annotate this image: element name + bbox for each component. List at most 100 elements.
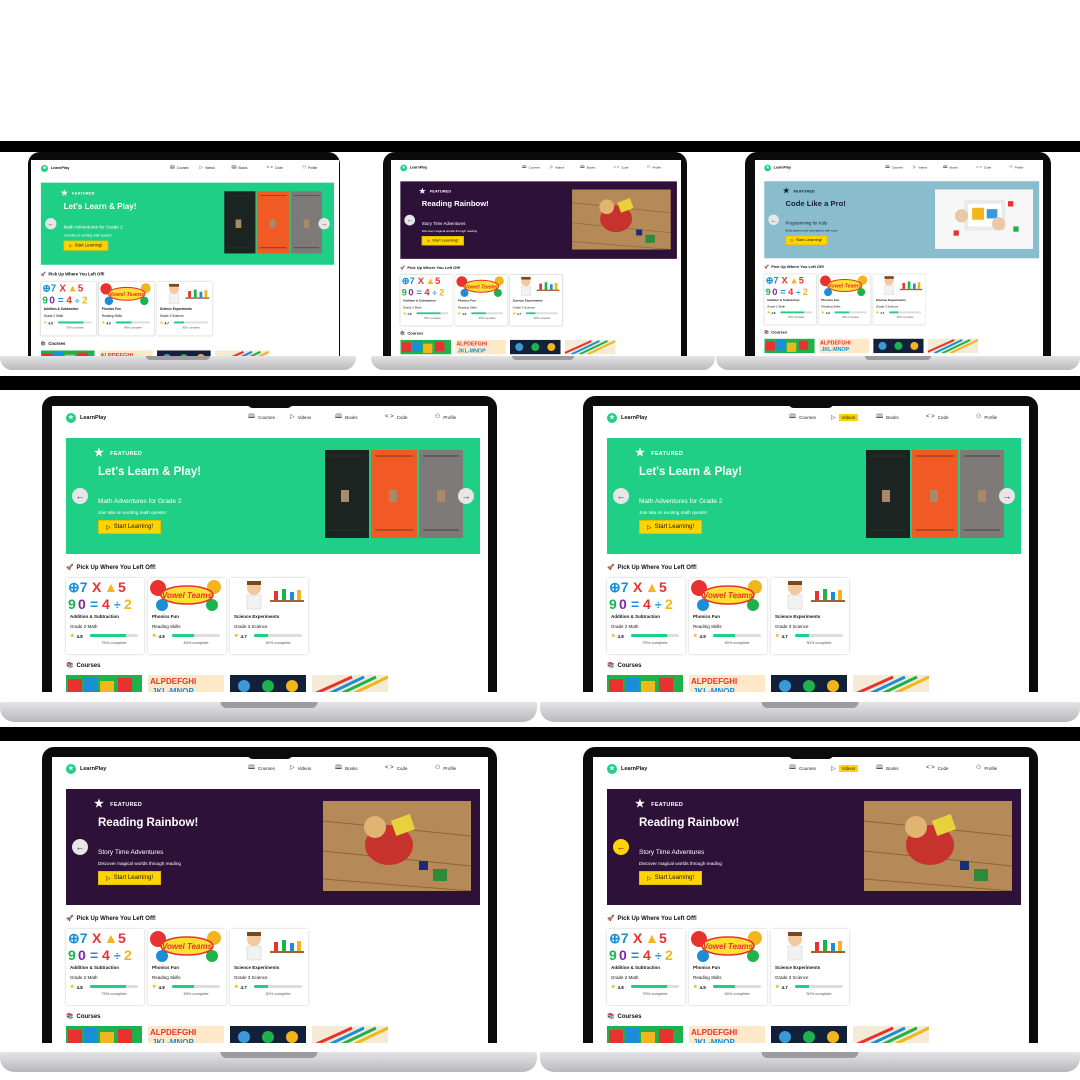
course-thumb-alphabet[interactable]: ALPDEFGHIJKL-MNOP (689, 675, 765, 692)
course-card-math[interactable]: ⊕7 X ▲ 5 9 0 = 4 ÷ 2 Addition & Subtract… (764, 274, 817, 325)
start-learning-button[interactable]: ▷ Start Learning! (639, 520, 702, 534)
nav-profile[interactable]: ⚇ Profile (1009, 165, 1023, 169)
carousel-prev-button[interactable]: ← (404, 214, 416, 226)
nav-profile[interactable]: ⚇ Profile (302, 166, 317, 170)
course-card-science[interactable]: Science Experiments Grade 3 Science ★ 4.7… (509, 274, 563, 326)
course-thumb-alphabet[interactable]: ALPDEFGHIJKL-MNOP (148, 675, 224, 692)
course-thumb-blocks[interactable] (400, 339, 452, 355)
course-thumb-alphabet[interactable]: ALPDEFGHIJKL-MNOP (148, 1026, 224, 1043)
course-thumb-blocks[interactable] (764, 338, 815, 354)
course-thumb-alphabet[interactable]: ALPDEFGHIJKL-MNOP (455, 339, 506, 355)
course-card-science[interactable]: Science Experiments Grade 3 Science ★ 4.7… (771, 929, 849, 1005)
course-card-science[interactable]: Science Experiments Grade 3 Science ★ 4.7… (230, 578, 308, 654)
nav-profile[interactable]: ⚇ Profile (976, 765, 997, 771)
carousel-prev-button[interactable]: ← (613, 488, 629, 504)
nav-profile[interactable]: ⚇ Profile (435, 765, 456, 771)
course-card-science[interactable]: Science Experiments Grade 3 Science ★ 4.7… (230, 929, 308, 1005)
nav-courses[interactable]: 🕮 Courses (169, 166, 188, 170)
nav-code[interactable]: < > Code (976, 165, 991, 169)
carousel-next-button[interactable]: → (458, 488, 474, 504)
nav-books[interactable]: 🕮 Books (943, 165, 958, 169)
course-thumb-blocks[interactable] (66, 675, 142, 692)
course-card-phonics[interactable]: Vowel Teams Phonics Fun Reading Skills ★… (689, 578, 767, 654)
course-card-phonics[interactable]: Vowel Teams Phonics Fun Reading Skills ★… (455, 274, 508, 326)
nav-courses[interactable]: 🕮 Courses (789, 765, 816, 771)
course-thumb-blocks[interactable] (607, 675, 683, 692)
nav-code[interactable]: < > Code (385, 765, 407, 771)
course-card-science[interactable]: Science Experiments Grade 3 Science ★ 4.7… (156, 281, 212, 336)
nav-books[interactable]: 🕮 Books (231, 166, 247, 170)
nav-videos[interactable]: ▷ Videos (550, 165, 564, 169)
course-thumb-alphabet[interactable]: ALPDEFGHIJKL-MNOP (818, 338, 870, 354)
nav-videos[interactable]: ▷ Videos (831, 765, 859, 772)
course-thumb-space[interactable] (771, 1026, 847, 1043)
nav-profile[interactable]: ⚇ Profile (976, 414, 997, 420)
carousel-prev-button[interactable]: ← (768, 214, 779, 226)
nav-books[interactable]: 🕮 Books (876, 765, 899, 771)
course-card-phonics[interactable]: Vowel Teams Phonics Fun Reading Skills ★… (818, 274, 871, 325)
course-thumb-space[interactable] (509, 339, 561, 355)
nav-videos[interactable]: ▷ Videos (290, 414, 311, 420)
course-thumb-pencils[interactable] (312, 1026, 388, 1043)
course-thumb-space[interactable] (230, 675, 306, 692)
course-thumb-blocks[interactable] (607, 1026, 683, 1043)
course-card-science[interactable]: Science Experiments Grade 3 Science ★ 4.7… (873, 274, 925, 325)
carousel-prev-button[interactable]: ← (72, 488, 88, 504)
course-thumb-pencils[interactable] (564, 339, 616, 355)
start-learning-button[interactable]: ▷ Start Learning! (421, 236, 464, 246)
course-thumb-pencils[interactable] (853, 1026, 929, 1043)
course-card-math[interactable]: ⊕7 X ▲ 5 9 0 = 4 ÷ 2 Addition & Subtract… (66, 929, 144, 1005)
nav-code[interactable]: < > Code (385, 414, 407, 420)
course-card-phonics[interactable]: Vowel Teams Phonics Fun Reading Skills ★… (148, 929, 226, 1005)
course-thumb-space[interactable] (230, 1026, 306, 1043)
course-card-phonics[interactable]: Vowel Teams Phonics Fun Reading Skills ★… (98, 281, 154, 336)
brand[interactable]: ★ LearnPlay (764, 164, 791, 172)
nav-profile[interactable]: ⚇ Profile (435, 414, 456, 420)
course-thumb-pencils[interactable] (927, 338, 979, 354)
nav-videos[interactable]: ▷ Videos (199, 166, 214, 170)
brand[interactable]: ★ LearnPlay (400, 164, 427, 172)
nav-videos[interactable]: ▷ Videos (831, 414, 859, 421)
course-card-math[interactable]: ⊕7 X ▲ 5 9 0 = 4 ÷ 2 Addition & Subtract… (400, 274, 453, 326)
nav-courses[interactable]: 🕮 Courses (885, 165, 903, 169)
brand[interactable]: ★ LearnPlay (607, 413, 647, 423)
course-card-phonics[interactable]: Vowel Teams Phonics Fun Reading Skills ★… (689, 929, 767, 1005)
nav-code[interactable]: < > Code (266, 166, 282, 170)
course-thumb-alphabet[interactable]: ALPDEFGHIJKL-MNOP (689, 1026, 765, 1043)
course-card-phonics[interactable]: Vowel Teams Phonics Fun Reading Skills ★… (148, 578, 226, 654)
course-thumb-pencils[interactable] (312, 675, 388, 692)
nav-profile[interactable]: ⚇ Profile (647, 165, 661, 169)
nav-books[interactable]: 🕮 Books (335, 414, 358, 420)
course-card-math[interactable]: ⊕7 X ▲ 5 9 0 = 4 ÷ 2 Addition & Subtract… (607, 929, 685, 1005)
start-learning-button[interactable]: ▷ Start Learning! (98, 871, 161, 885)
nav-courses[interactable]: 🕮 Courses (789, 414, 816, 420)
course-thumb-space[interactable] (771, 675, 847, 692)
course-thumb-blocks[interactable] (66, 1026, 142, 1043)
carousel-prev-button[interactable]: ← (72, 839, 88, 855)
nav-books[interactable]: 🕮 Books (335, 765, 358, 771)
brand[interactable]: ★ LearnPlay (66, 413, 106, 423)
nav-books[interactable]: 🕮 Books (580, 165, 595, 169)
nav-videos[interactable]: ▷ Videos (290, 765, 311, 771)
nav-courses[interactable]: 🕮 Courses (248, 414, 275, 420)
course-card-math[interactable]: ⊕7 X ▲ 5 9 0 = 4 ÷ 2 Addition & Subtract… (40, 281, 96, 336)
brand[interactable]: ★ LearnPlay (40, 164, 69, 173)
carousel-next-button[interactable]: → (999, 488, 1015, 504)
nav-code[interactable]: < > Code (926, 414, 948, 420)
course-card-science[interactable]: Science Experiments Grade 3 Science ★ 4.7… (771, 578, 849, 654)
course-thumb-pencils[interactable] (853, 675, 929, 692)
nav-videos[interactable]: ▷ Videos (913, 165, 927, 169)
nav-courses[interactable]: 🕮 Courses (248, 765, 275, 771)
brand[interactable]: ★ LearnPlay (607, 764, 647, 774)
start-learning-button[interactable]: ▷ Start Learning! (785, 235, 828, 245)
nav-courses[interactable]: 🕮 Courses (522, 165, 540, 169)
carousel-next-button[interactable]: → (317, 218, 330, 230)
start-learning-button[interactable]: ▷ Start Learning! (98, 520, 161, 534)
carousel-prev-button[interactable]: ← (613, 839, 629, 855)
start-learning-button[interactable]: ▷ Start Learning! (63, 240, 108, 251)
nav-code[interactable]: < > Code (613, 165, 628, 169)
nav-code[interactable]: < > Code (926, 765, 948, 771)
course-card-math[interactable]: ⊕7 X ▲ 5 9 0 = 4 ÷ 2 Addition & Subtract… (607, 578, 685, 654)
course-thumb-space[interactable] (873, 338, 924, 354)
carousel-prev-button[interactable]: ← (44, 218, 56, 230)
